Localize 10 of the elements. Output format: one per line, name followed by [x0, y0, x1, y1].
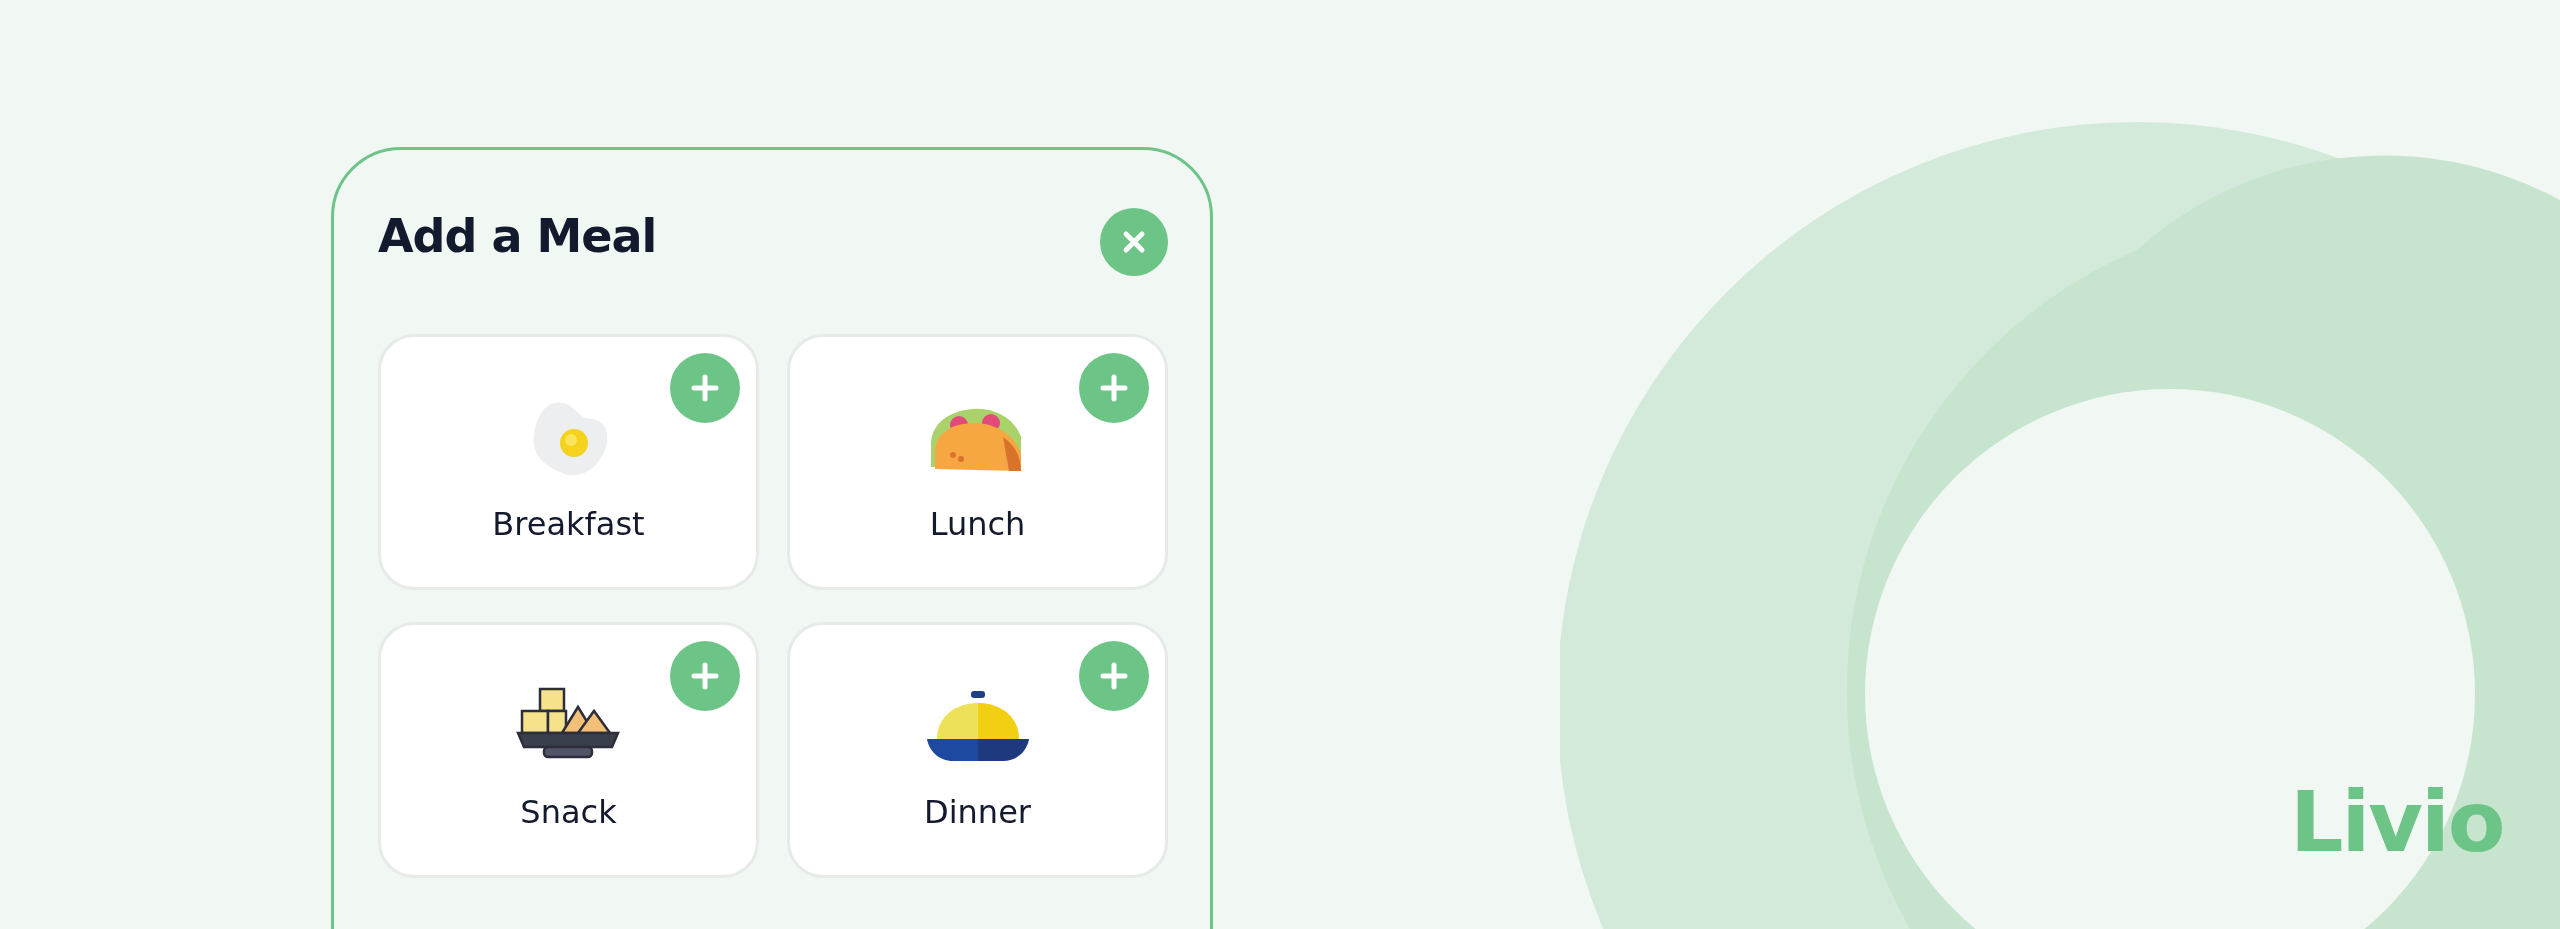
meal-card[interactable]: Dinner: [787, 622, 1168, 878]
meal-label: Snack: [520, 793, 617, 831]
meal-label: Dinner: [924, 793, 1031, 831]
meal-card[interactable]: Snack: [378, 622, 759, 878]
dialog-title: Add a Meal: [378, 209, 657, 263]
meal-card[interactable]: Breakfast: [378, 334, 759, 590]
logo: Livio: [2290, 776, 2504, 869]
meal-card[interactable]: Lunch: [787, 334, 1168, 590]
meal-label: Breakfast: [492, 505, 645, 543]
meal-label: Lunch: [929, 505, 1026, 543]
